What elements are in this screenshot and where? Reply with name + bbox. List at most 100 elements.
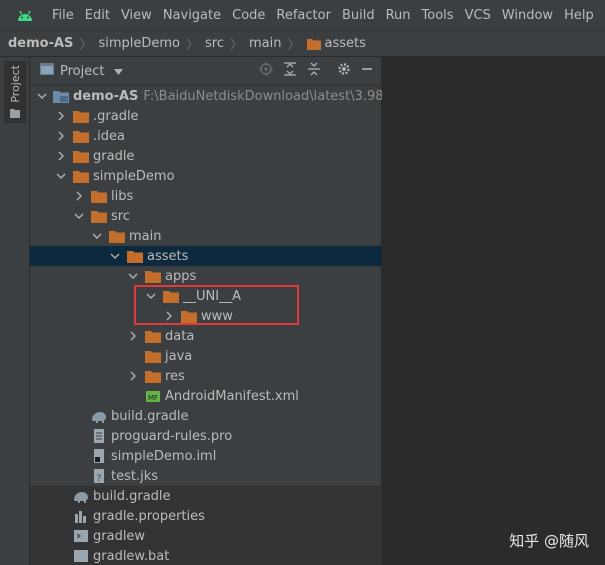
chevron-right-icon[interactable] xyxy=(127,326,139,346)
tree-label: simpleDemo xyxy=(93,168,175,184)
tree-row-main[interactable]: main xyxy=(30,226,382,246)
tree-row-gradle-properties[interactable]: gradle.properties xyxy=(30,506,382,526)
folder-icon xyxy=(91,208,107,224)
tree-label: libs xyxy=(111,188,134,204)
chevron-down-icon[interactable] xyxy=(55,166,67,186)
expand-all-icon[interactable] xyxy=(283,62,297,80)
gear-icon[interactable] xyxy=(337,62,351,80)
breadcrumb-separator: 〉 xyxy=(229,38,243,53)
chevron-right-icon[interactable] xyxy=(55,146,67,166)
tree-label: .gradle xyxy=(93,108,139,124)
tree-row-gradlew-bat[interactable]: gradlew.bat xyxy=(30,546,382,565)
menu-code[interactable]: Code xyxy=(232,8,265,23)
tree-label: build.gradle xyxy=(111,408,189,424)
breadcrumb-item-assets[interactable]: assets xyxy=(306,36,366,51)
folder-icon xyxy=(306,38,321,50)
chevron-down-icon[interactable] xyxy=(91,226,103,246)
menu-tools[interactable]: Tools xyxy=(422,8,454,23)
collapse-all-icon[interactable] xyxy=(307,62,321,80)
tree-row-gradle-dir[interactable]: .gradle xyxy=(30,106,382,126)
gradle-elephant-icon xyxy=(73,488,89,504)
breadcrumb-item-main[interactable]: main xyxy=(249,36,281,51)
tree-row-proguard[interactable]: proguard-rules.pro xyxy=(30,426,382,446)
folder-icon xyxy=(127,248,143,264)
chevron-right-icon[interactable] xyxy=(55,126,67,146)
chevron-down-icon[interactable] xyxy=(109,246,121,266)
project-view-icon xyxy=(40,63,54,79)
folder-icon xyxy=(145,268,161,284)
folder-icon xyxy=(73,128,89,144)
watermark: 知乎 @随风 xyxy=(509,532,589,550)
unknown-file-icon: ? xyxy=(91,468,107,484)
tree-row-androidmanifest[interactable]: MF AndroidManifest.xml xyxy=(30,386,382,406)
menu-help[interactable]: Help xyxy=(564,8,594,23)
tree-label: demo-AS xyxy=(73,88,139,104)
tree-row-gradlew[interactable]: gradlew xyxy=(30,526,382,546)
tree-row-project-build-gradle[interactable]: build.gradle xyxy=(30,486,382,506)
tree-row-module-build-gradle[interactable]: build.gradle xyxy=(30,406,382,426)
project-tool-tab[interactable]: Project xyxy=(4,61,26,123)
menu-run[interactable]: Run xyxy=(386,8,411,23)
project-tool-tab-label: Project xyxy=(8,65,22,103)
menu-view[interactable]: View xyxy=(121,8,152,23)
tree-row-libs[interactable]: libs xyxy=(30,186,382,206)
tree-row-demo-as[interactable]: demo-AS F:\BaiduNetdiskDownload\latest\3… xyxy=(30,86,382,106)
tree-row-simpledemo[interactable]: simpleDemo xyxy=(30,166,382,186)
folder-icon xyxy=(145,368,161,384)
project-view-selector[interactable]: Project xyxy=(60,64,104,79)
tree-row-gradle[interactable]: gradle xyxy=(30,146,382,166)
tree-label: data xyxy=(165,328,195,344)
editor-area: 知乎 @随风 xyxy=(382,57,605,565)
menu-refactor[interactable]: Refactor xyxy=(276,8,331,23)
breadcrumb-item-project[interactable]: demo-AS xyxy=(8,36,73,51)
chevron-right-icon[interactable] xyxy=(55,106,67,126)
tree-label: test.jks xyxy=(111,468,159,484)
tree-row-src[interactable]: src xyxy=(30,206,382,226)
tree-row-simpledemo-iml[interactable]: simpleDemo.iml xyxy=(30,446,382,466)
tree-row-test-jks[interactable]: ? test.jks xyxy=(30,466,382,486)
menu-window[interactable]: Window xyxy=(502,8,553,23)
menu-vcs[interactable]: VCS xyxy=(465,8,491,23)
locate-icon[interactable] xyxy=(259,62,273,80)
gradle-elephant-icon xyxy=(91,408,107,424)
chevron-down-icon[interactable] xyxy=(127,266,139,286)
chevron-down-icon[interactable] xyxy=(73,206,85,226)
breadcrumb-item-module[interactable]: simpleDemo xyxy=(98,36,180,51)
menu-build[interactable]: Build xyxy=(342,8,375,23)
breadcrumb-separator: 〉 xyxy=(185,38,199,53)
chevron-down-icon[interactable] xyxy=(37,86,47,106)
menu-file[interactable]: File xyxy=(52,8,74,23)
chevron-right-icon[interactable] xyxy=(127,366,139,386)
minimize-icon[interactable] xyxy=(361,63,373,79)
breadcrumb-item-src[interactable]: src xyxy=(205,36,224,51)
chevron-down-icon[interactable] xyxy=(114,64,124,79)
project-panel-header: Project xyxy=(30,57,381,86)
tree-label: build.gradle xyxy=(93,488,171,504)
folder-small-icon xyxy=(10,107,20,122)
tree-row-res[interactable]: res xyxy=(30,366,382,386)
script-file-icon xyxy=(73,528,89,544)
tree-row-assets[interactable]: assets xyxy=(30,246,382,266)
tree-label: java xyxy=(165,348,193,364)
tree-row-apps[interactable]: apps xyxy=(30,266,382,286)
menu-navigate[interactable]: Navigate xyxy=(163,8,221,23)
folder-icon xyxy=(73,108,89,124)
breadcrumb: demo-AS 〉 simpleDemo 〉 src 〉 main 〉 asse… xyxy=(0,30,605,57)
tree-label: apps xyxy=(165,268,197,284)
tree-label: AndroidManifest.xml xyxy=(165,388,299,404)
tree-row-idea[interactable]: .idea xyxy=(30,126,382,146)
tree-row-data[interactable]: data xyxy=(30,326,382,346)
tree-row-java[interactable]: java xyxy=(30,346,382,366)
chevron-right-icon[interactable] xyxy=(73,186,85,206)
menu-edit[interactable]: Edit xyxy=(85,8,110,23)
breadcrumb-separator: 〉 xyxy=(79,38,93,53)
project-path: F:\BaiduNetdiskDownload\latest\3.98\And xyxy=(143,88,382,104)
